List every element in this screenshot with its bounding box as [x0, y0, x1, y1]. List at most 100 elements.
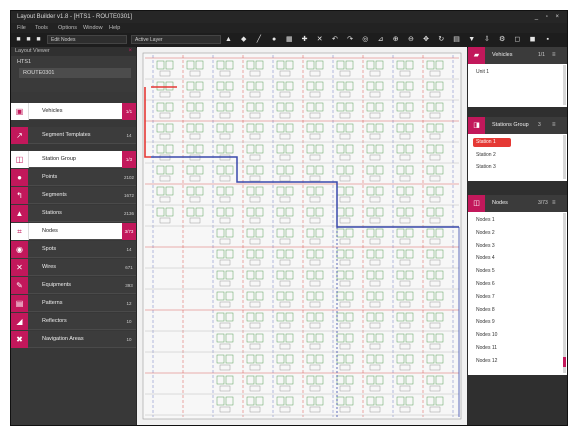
wire-icon: ✕ — [11, 259, 28, 276]
redo-icon[interactable]: ↷ — [347, 36, 354, 43]
vehicles-scrollbar[interactable] — [563, 65, 566, 105]
category-count: 393 — [125, 283, 133, 288]
station-item[interactable]: Station 2 — [476, 152, 496, 158]
node-item[interactable]: Nodes 2 — [476, 230, 495, 236]
menu-file[interactable]: File — [17, 23, 26, 33]
station-item[interactable]: Station 1 — [473, 138, 511, 147]
layout-map[interactable] — [137, 47, 467, 425]
category-count: 3/73 — [122, 223, 136, 240]
category-count: 1/3 — [122, 151, 136, 168]
new-file-icon[interactable]: ■ — [15, 36, 22, 43]
point-tool-icon[interactable]: ◆ — [240, 36, 247, 43]
node-item[interactable]: Nodes 8 — [476, 307, 495, 313]
select-tool-icon[interactable]: ▲ — [225, 36, 232, 43]
menu-icon[interactable]: ≡ — [552, 117, 556, 134]
category-item-segment-templates[interactable]: ↗ Segment Templates 14 — [11, 127, 136, 144]
tree-root[interactable]: HTS1 — [17, 59, 31, 65]
pattern-icon: ▤ — [11, 295, 28, 312]
category-item-navigation-areas[interactable]: ✖ Navigation Areas 10 — [11, 331, 136, 348]
station-group-icon: ◨ — [468, 117, 485, 134]
menu-options[interactable]: Options — [58, 23, 77, 33]
menu-help[interactable]: Help — [109, 23, 120, 33]
filter-icon[interactable]: ▼ — [468, 36, 475, 43]
grid-icon[interactable]: ▦ — [286, 36, 293, 43]
nodes-scrollbar[interactable] — [563, 213, 566, 373]
segment-icon: ↰ — [11, 187, 28, 204]
node-item[interactable]: Nodes 3 — [476, 243, 495, 249]
node-item[interactable]: Nodes 11 — [476, 345, 497, 351]
station-item[interactable]: Station 3 — [476, 164, 496, 170]
zoom-in-icon[interactable]: ⊕ — [392, 36, 399, 43]
category-count: 1672 — [123, 193, 134, 198]
zoom-out-icon[interactable]: ⊖ — [407, 36, 414, 43]
category-item-equipments[interactable]: ✎ Equipments 393 — [11, 277, 136, 294]
pan-icon[interactable]: ✥ — [423, 36, 430, 43]
category-label: Points — [42, 174, 58, 180]
window-controls[interactable]: _ ▫ × — [535, 11, 562, 23]
menu-icon[interactable]: ≡ — [552, 47, 556, 64]
category-label: Spots — [42, 246, 57, 252]
vehicles-panel-header: ▰ Vehicles 1/1 ≡ — [468, 47, 567, 64]
node-item[interactable]: Nodes 10 — [476, 332, 497, 338]
nodes-panel-title: Nodes — [492, 200, 508, 206]
snap-icon[interactable]: ◎ — [362, 36, 369, 43]
rotate-icon[interactable]: ↻ — [438, 36, 445, 43]
category-item-wires[interactable]: ✕ Wires 671 — [11, 259, 136, 276]
menu-icon[interactable]: ≡ — [552, 195, 556, 212]
node-item[interactable]: Nodes 5 — [476, 268, 495, 274]
layer-icon[interactable]: ▤ — [453, 36, 460, 43]
settings-icon[interactable]: ⚙ — [499, 36, 506, 43]
menu-tools[interactable]: Tools — [35, 23, 48, 33]
vehicle-item[interactable]: Unit 1 — [476, 69, 489, 75]
measure-icon[interactable]: ⊿ — [377, 36, 384, 43]
close-icon[interactable]: × — [128, 47, 132, 56]
category-item-spots[interactable]: ◉ Spots 14 — [11, 241, 136, 258]
delete-icon[interactable]: ✕ — [316, 36, 323, 43]
export-icon[interactable]: ⇩ — [483, 36, 490, 43]
lock-icon[interactable]: ◼ — [529, 36, 536, 43]
open-file-icon[interactable]: ■ — [25, 36, 32, 43]
reflector-icon: ◢ — [11, 313, 28, 330]
tree-child[interactable]: ROUTE0301 — [23, 70, 55, 76]
category-item-nodes[interactable]: ⌗ Nodes 3/73 — [11, 223, 136, 240]
category-label: Navigation Areas — [42, 336, 84, 342]
node-item[interactable]: Nodes 7 — [476, 294, 495, 300]
category-item-patterns[interactable]: ▤ Patterns 12 — [11, 295, 136, 312]
menu-window[interactable]: Window — [83, 23, 103, 33]
application-window: Layout Builder v1.8 - [HTS1 - ROUTE0301]… — [10, 10, 568, 426]
category-item-segments[interactable]: ↰ Segments 1672 — [11, 187, 136, 204]
edit-mode-select[interactable]: Edit Nodes — [47, 35, 127, 44]
menu-bar: File Tools Options Window Help — [11, 23, 567, 33]
node-item[interactable]: Nodes 12 — [476, 358, 497, 364]
node-item[interactable]: Nodes 4 — [476, 255, 495, 261]
save-icon[interactable]: ■ — [35, 36, 42, 43]
category-item-station-group[interactable]: ◫ Station Group 1/3 — [11, 151, 136, 168]
nodes-scroll-thumb[interactable] — [563, 357, 566, 367]
fit-icon[interactable]: ◻ — [514, 36, 521, 43]
title-bar: Layout Builder v1.8 - [HTS1 - ROUTE0301]… — [11, 11, 567, 23]
node-item[interactable]: Nodes 6 — [476, 281, 495, 287]
curve-icon: ↗ — [11, 127, 28, 144]
node-item[interactable]: Nodes 9 — [476, 319, 495, 325]
station-group-scrollbar[interactable] — [563, 135, 566, 179]
vehicles-panel: ▰ Vehicles 1/1 ≡ Unit 1 — [468, 47, 567, 107]
station-item-label: Station 1 — [476, 139, 496, 145]
category-label: Segment Templates — [42, 132, 91, 138]
category-item-stations[interactable]: ▲ Stations 2136 — [11, 205, 136, 222]
node-tool-icon[interactable]: ● — [271, 36, 278, 43]
layer-value: Active Layer — [135, 37, 163, 43]
category-item-vehicles[interactable]: ▣ Vehicles 1/1 — [11, 103, 136, 120]
category-item-reflectors[interactable]: ◢ Reflectors 10 — [11, 313, 136, 330]
category-count: 14 — [126, 247, 132, 252]
line-tool-icon[interactable]: ╱ — [255, 36, 262, 43]
layout-canvas[interactable] — [137, 47, 467, 425]
category-count: 10 — [126, 337, 132, 342]
category-item-points[interactable]: ● Points 2102 — [11, 169, 136, 186]
crosshair-icon[interactable]: ✚ — [301, 36, 308, 43]
info-icon[interactable]: ▪ — [544, 36, 551, 43]
node-item[interactable]: Nodes 1 — [476, 217, 495, 223]
category-label: Wires — [42, 264, 57, 270]
car-icon: ▰ — [468, 47, 485, 64]
layer-select[interactable]: Active Layer — [131, 35, 221, 44]
undo-icon[interactable]: ↶ — [331, 36, 338, 43]
